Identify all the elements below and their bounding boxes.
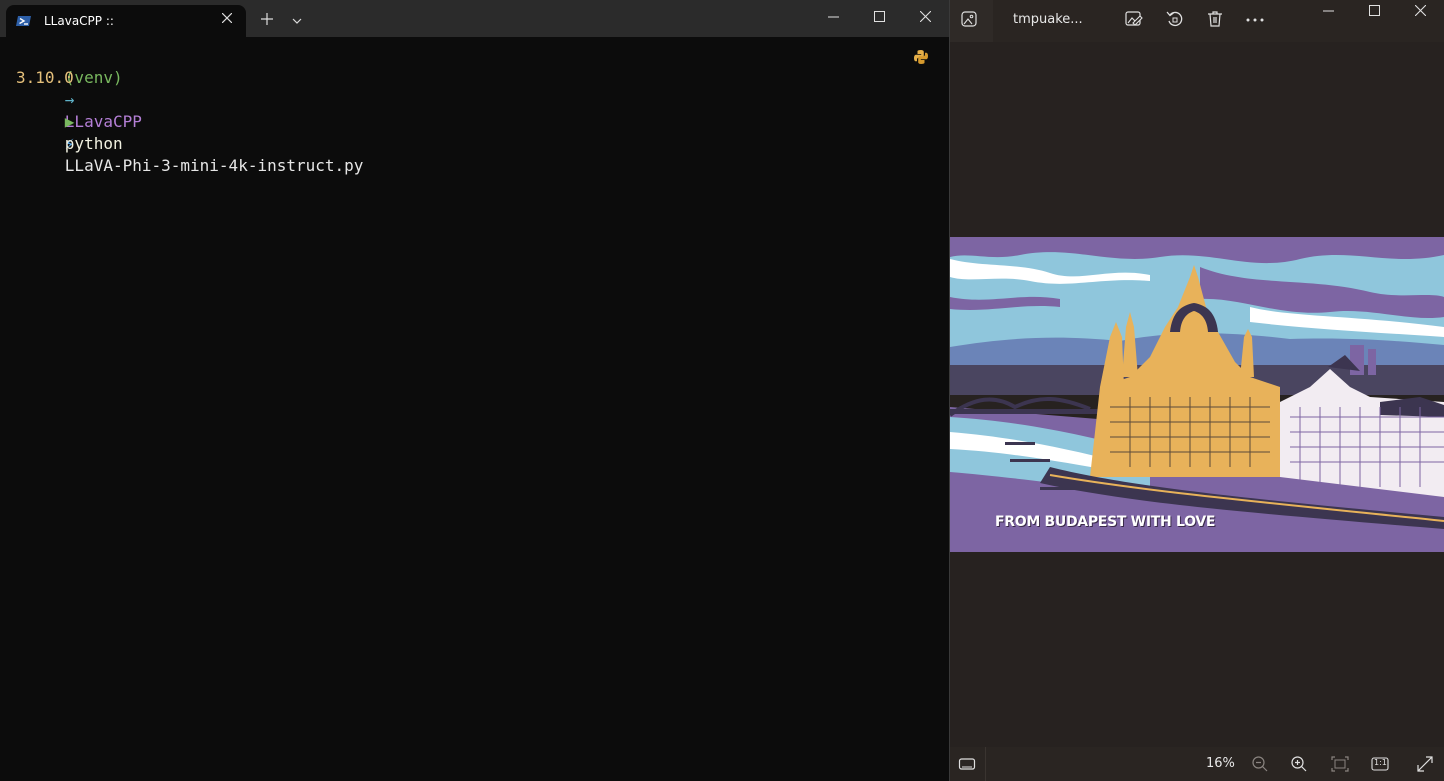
- more-options-button[interactable]: [1245, 9, 1267, 31]
- rotate-button[interactable]: [1165, 9, 1187, 31]
- maximize-icon: [1369, 5, 1380, 16]
- terminal-titlebar[interactable]: LLavaCPP ::: [0, 0, 949, 37]
- zoom-level: 16%: [1206, 756, 1235, 771]
- powershell-icon: [16, 16, 31, 26]
- gallery-button[interactable]: [950, 0, 993, 42]
- gallery-icon: [961, 11, 977, 27]
- tab-dropdown-button[interactable]: [286, 8, 308, 30]
- terminal-close-button[interactable]: [903, 0, 949, 34]
- delete-button[interactable]: [1205, 9, 1227, 31]
- command-line: ▶ python LLaVA-Phi-3-mini-4k-instruct.py: [7, 89, 364, 199]
- fit-icon: [1331, 756, 1349, 772]
- photo-file-title: tmpuake...: [1013, 12, 1083, 27]
- command-args: LLaVA-Phi-3-mini-4k-instruct.py: [64, 156, 364, 175]
- filmstrip-button[interactable]: [958, 755, 976, 773]
- tab-title: LLavaCPP ::: [44, 14, 114, 28]
- photos-maximize-button[interactable]: [1352, 0, 1398, 26]
- python-version: 3.10.0: [16, 68, 74, 87]
- bottom-divider: [985, 747, 986, 781]
- more-icon: [1246, 18, 1264, 22]
- photos-window: tmpuake... FROM BUDAPEST WITH LOVE 16% 1…: [950, 0, 1444, 781]
- zoom-out-icon: [1252, 756, 1268, 772]
- command-name: python: [64, 134, 123, 153]
- photos-minimize-button[interactable]: [1306, 0, 1352, 26]
- zoom-in-button[interactable]: [1290, 755, 1308, 773]
- minimize-icon: [828, 16, 839, 18]
- photos-close-button[interactable]: [1398, 0, 1444, 26]
- fullscreen-button[interactable]: [1416, 755, 1434, 773]
- edit-image-button[interactable]: [1124, 9, 1146, 31]
- photos-toolbar[interactable]: tmpuake...: [950, 0, 1444, 42]
- close-icon: [1415, 5, 1426, 16]
- plus-icon: [261, 13, 273, 25]
- photo-caption: FROM BUDAPEST WITH LOVE: [995, 514, 1216, 530]
- displayed-photo[interactable]: FROM BUDAPEST WITH LOVE: [950, 237, 1444, 552]
- close-icon: [920, 11, 931, 22]
- terminal-minimize-button[interactable]: [811, 0, 857, 34]
- fullscreen-icon: [1417, 756, 1433, 772]
- edit-image-icon: [1125, 11, 1143, 26]
- filmstrip-icon: [958, 758, 976, 770]
- actual-size-button[interactable]: 1:1: [1371, 755, 1389, 773]
- chevron-down-icon: [292, 18, 302, 24]
- terminal-tab[interactable]: LLavaCPP ::: [6, 5, 246, 37]
- budapest-parliament-image: [950, 237, 1444, 552]
- fit-to-window-button[interactable]: [1331, 755, 1349, 773]
- close-tab-button[interactable]: [218, 11, 236, 29]
- minimize-icon: [1323, 10, 1334, 12]
- python-icon: [914, 50, 928, 64]
- zoom-out-button[interactable]: [1251, 755, 1269, 773]
- maximize-icon: [874, 11, 885, 22]
- close-icon: [221, 12, 233, 24]
- delete-icon: [1208, 11, 1222, 27]
- zoom-in-icon: [1291, 756, 1307, 772]
- rotate-icon: [1166, 11, 1183, 27]
- actual-size-label: 1:1: [1374, 758, 1387, 767]
- terminal-output[interactable]: (venv) → LLavaCPP ⚡ 3.10.0 ▶ python LLaV…: [0, 37, 949, 781]
- terminal-maximize-button[interactable]: [857, 0, 903, 34]
- terminal-window: LLavaCPP :: (venv) → LLavaCPP ⚡ 3.10.0 ▶…: [0, 0, 950, 781]
- command-marker: ▶: [64, 112, 75, 131]
- photos-bottom-bar: 16% 1:1: [950, 747, 1444, 781]
- new-tab-button[interactable]: [256, 8, 278, 30]
